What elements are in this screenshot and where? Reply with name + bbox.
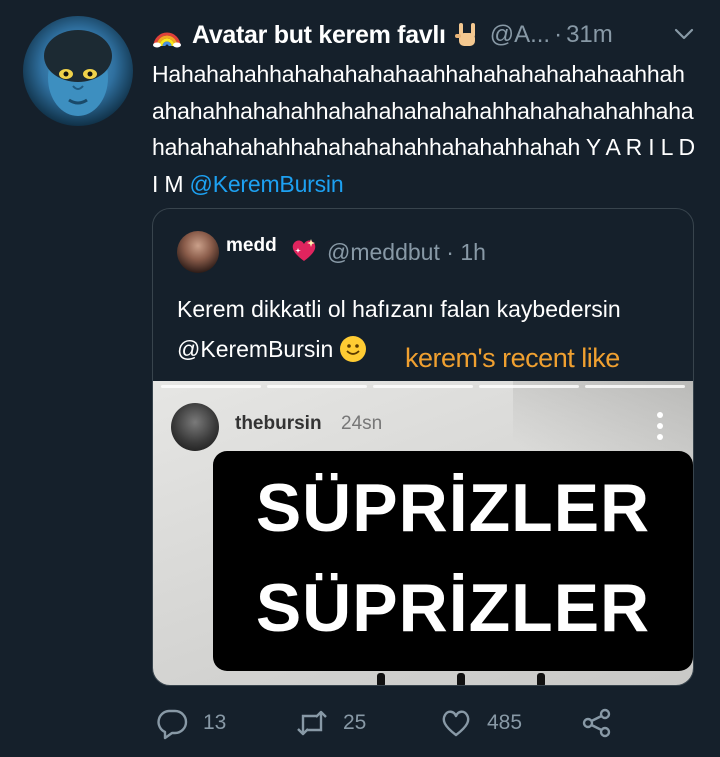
story-progress-bar: [585, 385, 685, 388]
sparkling-heart-icon: [292, 239, 316, 261]
quoted-tweet[interactable]: medd @meddbut · 1h Kerem dikkatli ol haf…: [152, 208, 694, 686]
sticker-line-1: SÜPRİZLER: [255, 470, 651, 546]
tweet-header: Avatar but kerem favlı @A... · 31m: [152, 17, 697, 53]
rainbow-icon: [153, 32, 181, 48]
retweet-count: 25: [343, 711, 367, 734]
reply-icon: [157, 709, 188, 740]
separator-dot: ·: [554, 21, 563, 48]
story-username[interactable]: thebursin: [235, 413, 322, 435]
quoted-body: Kerem dikkatli ol hafızanı falan kaybede…: [177, 296, 621, 322]
story-progress-bar: [479, 385, 579, 388]
story-screenshot[interactable]: thebursin 24sn SÜPRİZLER SÜPRİZLER: [153, 381, 693, 685]
more-vertical-icon[interactable]: [653, 409, 667, 443]
reply-count: 13: [203, 711, 227, 734]
tweet-action-bar: 13 25 485: [155, 700, 625, 746]
display-name[interactable]: Avatar but kerem favlı: [192, 21, 446, 50]
story-progress-bar: [267, 385, 367, 388]
quoted-user-avatar[interactable]: [177, 231, 219, 273]
story-decoration: [537, 673, 545, 685]
quoted-mention[interactable]: @KeremBursin: [177, 336, 333, 362]
share-icon: [582, 708, 611, 738]
quoted-time[interactable]: 1h: [460, 239, 486, 265]
retweet-button[interactable]: 25: [295, 700, 366, 746]
story-user-avatar[interactable]: [171, 403, 219, 451]
reply-button[interactable]: 13: [155, 700, 226, 746]
mention-link[interactable]: @KeremBursin: [190, 171, 344, 197]
like-icon: [442, 710, 470, 737]
smiley-icon: [340, 336, 367, 362]
story-decoration: [457, 673, 465, 685]
user-handle[interactable]: @A...: [490, 21, 550, 49]
story-decoration: [377, 673, 385, 685]
quoted-handle[interactable]: @meddbut: [327, 239, 440, 265]
story-time: 24sn: [341, 413, 383, 434]
share-button[interactable]: [580, 700, 614, 746]
retweet-icon: [297, 710, 327, 736]
chevron-down-icon[interactable]: [671, 21, 697, 47]
quoted-separator: ·: [446, 239, 454, 265]
overlay-caption: kerem's recent like: [405, 343, 620, 373]
tweet-text: Hahahahahhahahahahahaahhahahahahahahaahh…: [152, 56, 697, 202]
story-progress-bar: [161, 385, 261, 388]
user-avatar[interactable]: [23, 16, 133, 126]
like-button[interactable]: 485: [439, 700, 522, 746]
like-count: 485: [487, 711, 523, 734]
tweet-time[interactable]: 31m: [566, 21, 613, 49]
sticker-line-2: SÜPRİZLER: [255, 570, 651, 646]
quoted-display-name[interactable]: medd: [226, 235, 277, 257]
story-text-sticker: SÜPRİZLER SÜPRİZLER: [213, 451, 693, 671]
story-progress-bar: [373, 385, 473, 388]
rock-hand-icon: [454, 23, 475, 46]
avatar-face-image: [44, 30, 112, 116]
quoted-handle-time: @meddbut · 1h: [327, 239, 486, 266]
